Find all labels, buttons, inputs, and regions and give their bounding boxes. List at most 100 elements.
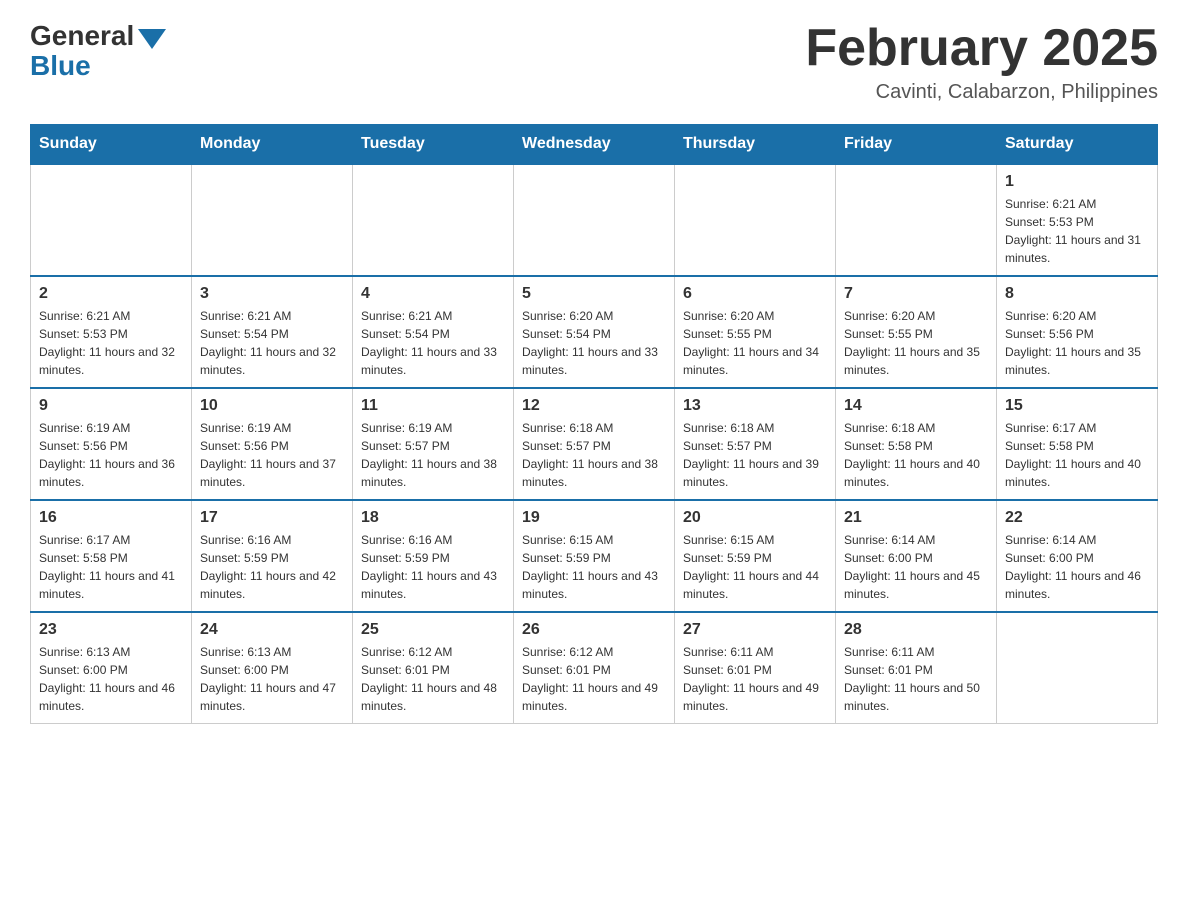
day-number: 7	[844, 285, 988, 303]
day-info: Sunrise: 6:20 AM	[522, 307, 666, 325]
calendar-week-row: 1Sunrise: 6:21 AMSunset: 5:53 PMDaylight…	[31, 164, 1158, 276]
day-info: Sunrise: 6:13 AM	[39, 643, 183, 661]
day-info: Daylight: 11 hours and 32 minutes.	[200, 343, 344, 379]
day-info: Daylight: 11 hours and 35 minutes.	[1005, 343, 1149, 379]
day-info: Sunset: 5:58 PM	[1005, 437, 1149, 455]
logo: General Blue	[30, 20, 166, 82]
day-info: Sunrise: 6:19 AM	[361, 419, 505, 437]
calendar-cell: 21Sunrise: 6:14 AMSunset: 6:00 PMDayligh…	[836, 500, 997, 612]
day-info: Sunset: 5:58 PM	[39, 549, 183, 567]
day-info: Daylight: 11 hours and 36 minutes.	[39, 455, 183, 491]
day-info: Daylight: 11 hours and 43 minutes.	[522, 567, 666, 603]
calendar-cell: 27Sunrise: 6:11 AMSunset: 6:01 PMDayligh…	[675, 612, 836, 724]
day-number: 17	[200, 509, 344, 527]
day-info: Sunrise: 6:14 AM	[1005, 531, 1149, 549]
page-header: General Blue February 2025 Cavinti, Cala…	[30, 20, 1158, 104]
day-info: Sunrise: 6:21 AM	[361, 307, 505, 325]
day-info: Sunrise: 6:15 AM	[683, 531, 827, 549]
day-info: Sunset: 5:55 PM	[844, 325, 988, 343]
day-info: Daylight: 11 hours and 33 minutes.	[522, 343, 666, 379]
calendar-week-row: 23Sunrise: 6:13 AMSunset: 6:00 PMDayligh…	[31, 612, 1158, 724]
day-number: 25	[361, 621, 505, 639]
day-info: Daylight: 11 hours and 38 minutes.	[361, 455, 505, 491]
title-section: February 2025 Cavinti, Calabarzon, Phili…	[805, 20, 1158, 104]
calendar-cell	[514, 164, 675, 276]
day-info: Daylight: 11 hours and 41 minutes.	[39, 567, 183, 603]
day-info: Daylight: 11 hours and 43 minutes.	[361, 567, 505, 603]
calendar-header-saturday: Saturday	[997, 125, 1158, 165]
day-info: Sunrise: 6:17 AM	[1005, 419, 1149, 437]
calendar-header-tuesday: Tuesday	[353, 125, 514, 165]
day-info: Daylight: 11 hours and 44 minutes.	[683, 567, 827, 603]
day-info: Daylight: 11 hours and 38 minutes.	[522, 455, 666, 491]
day-number: 13	[683, 397, 827, 415]
day-info: Sunset: 5:58 PM	[844, 437, 988, 455]
calendar-cell: 22Sunrise: 6:14 AMSunset: 6:00 PMDayligh…	[997, 500, 1158, 612]
day-info: Daylight: 11 hours and 33 minutes.	[361, 343, 505, 379]
day-info: Sunset: 5:56 PM	[1005, 325, 1149, 343]
calendar-cell: 9 Sunrise: 6:19 AMSunset: 5:56 PMDaylight…	[31, 388, 192, 500]
calendar-cell: 12Sunrise: 6:18 AMSunset: 5:57 PMDayligh…	[514, 388, 675, 500]
day-info: Sunrise: 6:19 AM	[39, 419, 183, 437]
day-info: Sunrise: 6:15 AM	[522, 531, 666, 549]
calendar-cell: 28Sunrise: 6:11 AMSunset: 6:01 PMDayligh…	[836, 612, 997, 724]
calendar-cell: 20Sunrise: 6:15 AMSunset: 5:59 PMDayligh…	[675, 500, 836, 612]
day-info: Sunset: 5:54 PM	[522, 325, 666, 343]
day-info: Sunset: 5:59 PM	[200, 549, 344, 567]
calendar-cell	[836, 164, 997, 276]
month-title: February 2025	[805, 20, 1158, 77]
day-info: Daylight: 11 hours and 48 minutes.	[361, 679, 505, 715]
calendar-header-row: SundayMondayTuesdayWednesdayThursdayFrid…	[31, 125, 1158, 165]
day-info: Sunrise: 6:12 AM	[361, 643, 505, 661]
day-info: Sunset: 5:59 PM	[522, 549, 666, 567]
day-info: Sunset: 5:53 PM	[39, 325, 183, 343]
day-info: Sunset: 5:56 PM	[39, 437, 183, 455]
day-info: Daylight: 11 hours and 32 minutes.	[39, 343, 183, 379]
calendar-cell: 3Sunrise: 6:21 AMSunset: 5:54 PMDaylight…	[192, 276, 353, 388]
day-number: 23	[39, 621, 183, 639]
calendar-cell: 7Sunrise: 6:20 AMSunset: 5:55 PMDaylight…	[836, 276, 997, 388]
calendar-cell: 8Sunrise: 6:20 AMSunset: 5:56 PMDaylight…	[997, 276, 1158, 388]
day-info: Sunrise: 6:20 AM	[683, 307, 827, 325]
day-info: Sunset: 6:00 PM	[844, 549, 988, 567]
calendar-cell: 26Sunrise: 6:12 AMSunset: 6:01 PMDayligh…	[514, 612, 675, 724]
day-info: Sunset: 5:59 PM	[361, 549, 505, 567]
day-info: Sunrise: 6:18 AM	[683, 419, 827, 437]
day-info: Daylight: 11 hours and 49 minutes.	[522, 679, 666, 715]
calendar-cell: 14Sunrise: 6:18 AMSunset: 5:58 PMDayligh…	[836, 388, 997, 500]
day-info: Sunrise: 6:21 AM	[39, 307, 183, 325]
calendar-header-wednesday: Wednesday	[514, 125, 675, 165]
day-info: Sunrise: 6:17 AM	[39, 531, 183, 549]
day-number: 24	[200, 621, 344, 639]
day-number: 20	[683, 509, 827, 527]
day-number: 19	[522, 509, 666, 527]
day-number: 1	[1005, 173, 1149, 191]
calendar-cell: 15Sunrise: 6:17 AMSunset: 5:58 PMDayligh…	[997, 388, 1158, 500]
day-info: Daylight: 11 hours and 47 minutes.	[200, 679, 344, 715]
calendar-cell: 18Sunrise: 6:16 AMSunset: 5:59 PMDayligh…	[353, 500, 514, 612]
day-info: Sunrise: 6:13 AM	[200, 643, 344, 661]
day-info: Daylight: 11 hours and 42 minutes.	[200, 567, 344, 603]
calendar-cell	[675, 164, 836, 276]
day-number: 9	[39, 397, 183, 415]
day-number: 14	[844, 397, 988, 415]
day-info: Sunrise: 6:11 AM	[683, 643, 827, 661]
calendar-header-sunday: Sunday	[31, 125, 192, 165]
calendar-cell	[31, 164, 192, 276]
day-info: Sunrise: 6:20 AM	[844, 307, 988, 325]
day-number: 26	[522, 621, 666, 639]
day-number: 15	[1005, 397, 1149, 415]
day-number: 6	[683, 285, 827, 303]
day-info: Daylight: 11 hours and 45 minutes.	[844, 567, 988, 603]
day-info: Daylight: 11 hours and 49 minutes.	[683, 679, 827, 715]
calendar-cell	[997, 612, 1158, 724]
day-info: Sunrise: 6:20 AM	[1005, 307, 1149, 325]
calendar-header-thursday: Thursday	[675, 125, 836, 165]
day-info: Daylight: 11 hours and 40 minutes.	[844, 455, 988, 491]
day-number: 22	[1005, 509, 1149, 527]
day-number: 27	[683, 621, 827, 639]
calendar-cell: 16Sunrise: 6:17 AMSunset: 5:58 PMDayligh…	[31, 500, 192, 612]
calendar-cell: 6Sunrise: 6:20 AMSunset: 5:55 PMDaylight…	[675, 276, 836, 388]
logo-blue-text: Blue	[30, 50, 91, 82]
day-number: 21	[844, 509, 988, 527]
